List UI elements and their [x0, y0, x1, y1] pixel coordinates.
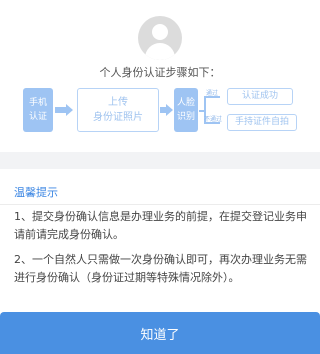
arrow-right-icon: [166, 104, 173, 116]
step-face-line1: 人脸: [176, 98, 195, 108]
pass-label: 通过: [206, 90, 219, 97]
flow-arrow-1: [55, 107, 66, 113]
step-phone-line2: 认证: [28, 112, 47, 122]
notice-title: 温馨提示: [14, 186, 58, 199]
steps-panel: 个人身份认证步骤如下： 手机 认证 上传 身份证照片 人脸 识别 通过 不通过 …: [0, 0, 320, 152]
confirm-button[interactable]: 知道了: [0, 312, 320, 354]
step-phone-auth: 手机 认证: [23, 88, 53, 132]
result-manual-selfie: 手持证件自拍: [227, 114, 297, 131]
step-phone-line1: 手机: [28, 98, 47, 108]
notice-item-2: 2、一个自然人只需做一次身份确认即可，再次办理业务无需进行身份确认（身份证过期等…: [14, 253, 307, 284]
step-face-recognition: 人脸 识别: [174, 88, 198, 132]
fail-label: 不通过: [204, 116, 223, 123]
result-success: 认证成功: [227, 88, 293, 105]
notice-section: 温馨提示 1、提交身份确认信息是办理业务的前提，在提交登记业务申请前请完成身份确…: [0, 169, 320, 312]
step-upload-line1: 上传: [108, 97, 128, 108]
step-upload-id: 上传 身份证照片: [77, 88, 159, 132]
steps-title: 个人身份认证步骤如下：: [99, 66, 221, 79]
divider: [0, 204, 320, 205]
step-upload-line2: 身份证照片: [93, 112, 143, 123]
step-face-line2: 识别: [176, 112, 195, 122]
notice-item-1: 1、提交身份确认信息是办理业务的前提，在提交登记业务申请前请完成身份确认。: [14, 210, 307, 241]
user-avatar-icon: [138, 16, 182, 60]
arrow-right-icon: [66, 104, 73, 116]
section-gap: [0, 152, 320, 169]
